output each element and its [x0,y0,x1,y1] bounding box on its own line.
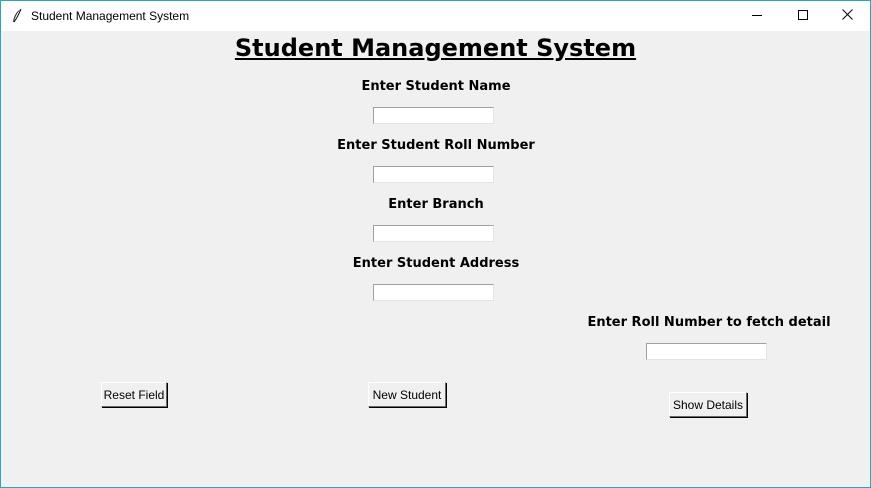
student-name-label: Enter Student Name [361,79,511,94]
minimize-button[interactable] [734,1,780,31]
student-name-input[interactable] [373,107,494,124]
app-window: Student Management System Student Manage… [0,0,871,488]
new-student-button[interactable]: New Student [368,382,446,407]
address-label: Enter Student Address [352,256,520,271]
fetch-roll-input[interactable] [646,343,767,360]
page-title: Student Management System [234,34,637,62]
roll-number-label: Enter Student Roll Number [337,138,535,153]
fetch-roll-label: Enter Roll Number to fetch detail [587,315,831,330]
roll-number-input[interactable] [373,166,494,183]
feather-icon [11,8,23,24]
minimize-icon [752,7,762,25]
show-details-button[interactable]: Show Details [669,392,747,417]
maximize-button[interactable] [780,1,826,31]
maximize-icon [798,7,808,25]
branch-label: Enter Branch [388,197,484,212]
reset-field-button[interactable]: Reset Field [101,382,167,407]
close-icon [841,7,853,25]
address-input[interactable] [373,284,494,301]
title-bar[interactable]: Student Management System [1,1,870,31]
branch-input[interactable] [373,225,494,242]
window-title: Student Management System [31,9,190,23]
close-button[interactable] [824,1,870,31]
